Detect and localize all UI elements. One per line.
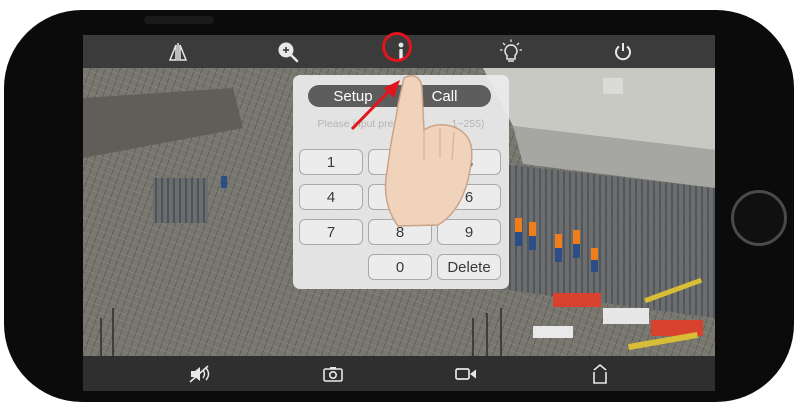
share-icon[interactable] (580, 356, 620, 391)
hint-right: 1~255) (451, 118, 485, 130)
phone-screen: Setup Call Please input pre 1~255) 1 2 3 … (83, 35, 715, 391)
key-6[interactable]: 6 (437, 184, 501, 210)
light-bulb-icon[interactable] (491, 35, 531, 68)
key-7[interactable]: 7 (299, 219, 363, 245)
key-2[interactable]: 2 (368, 149, 432, 175)
key-8[interactable]: 8 (368, 219, 432, 245)
home-button[interactable] (731, 190, 787, 246)
tab-call[interactable]: Call (398, 85, 491, 107)
preset-dialog: Setup Call Please input pre 1~255) 1 2 3 … (293, 75, 509, 289)
hint-left: Please input pre (317, 118, 394, 130)
delete-button[interactable]: Delete (437, 254, 501, 280)
preset-input-hint: Please input pre 1~255) (293, 118, 509, 130)
zoom-in-icon[interactable] (268, 35, 308, 68)
bottom-toolbar (83, 356, 715, 391)
key-5[interactable]: 5 (368, 184, 432, 210)
highlight-circle (382, 32, 412, 62)
key-1[interactable]: 1 (299, 149, 363, 175)
key-4[interactable]: 4 (299, 184, 363, 210)
phone-side-button (144, 16, 214, 24)
mirror-flip-icon[interactable] (158, 35, 198, 68)
speaker-icon[interactable] (181, 356, 221, 391)
camera-icon[interactable] (313, 356, 353, 391)
tab-setup[interactable]: Setup (308, 85, 398, 107)
key-9[interactable]: 9 (437, 219, 501, 245)
power-icon[interactable] (603, 35, 643, 68)
key-3[interactable]: 3 (437, 149, 501, 175)
video-record-icon[interactable] (446, 356, 486, 391)
key-0[interactable]: 0 (368, 254, 432, 280)
